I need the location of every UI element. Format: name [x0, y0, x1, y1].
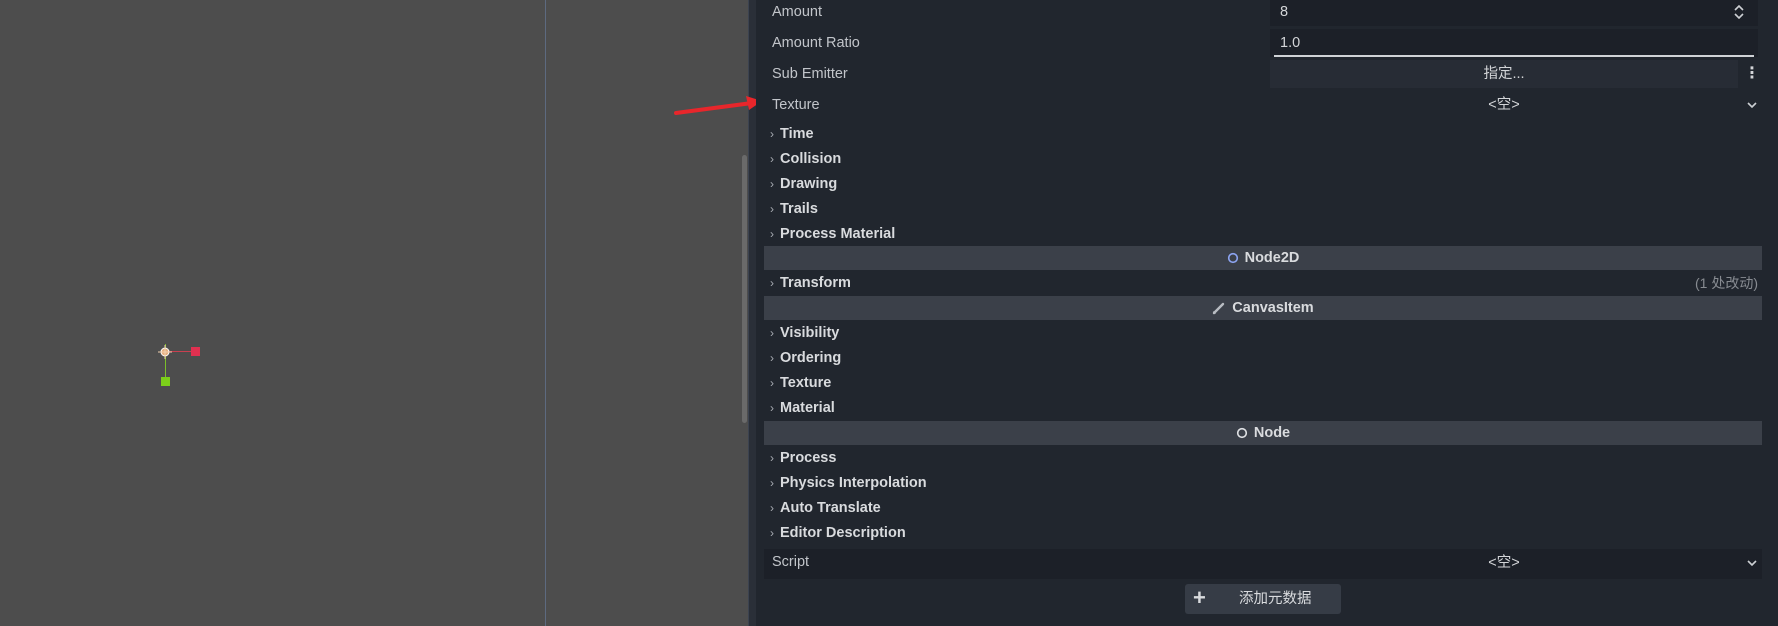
amount-ratio-slider[interactable]: 1.0: [1270, 29, 1758, 57]
section-time[interactable]: › Time: [764, 122, 1762, 146]
amount-ratio-value: 1.0: [1280, 35, 1301, 51]
chevron-right-icon: ›: [770, 276, 774, 290]
chevron-right-icon: ›: [770, 202, 774, 216]
section-transform[interactable]: › Transform (1 处改动): [764, 271, 1762, 295]
chevron-down-icon[interactable]: [1747, 102, 1757, 109]
annotation-arrow: [674, 96, 762, 115]
chevron-right-icon: ›: [770, 127, 774, 141]
sub-emitter-label: Sub Emitter: [772, 66, 848, 82]
chevron-right-icon: ›: [770, 351, 774, 365]
section-material[interactable]: › Material: [764, 396, 1762, 420]
canvasitem-header: CanvasItem: [764, 296, 1762, 320]
section-drawing[interactable]: › Drawing: [764, 172, 1762, 196]
chevron-right-icon: ›: [770, 501, 774, 515]
amount-ratio-track: [1274, 55, 1754, 57]
section-visibility[interactable]: › Visibility: [764, 321, 1762, 345]
changes-count: (1 处改动): [1695, 275, 1758, 291]
script-row: Script <空>: [764, 549, 1762, 579]
node-icon: [1236, 428, 1247, 439]
chevron-right-icon: ›: [770, 401, 774, 415]
node-title: Node: [1253, 425, 1291, 441]
canvas-viewport[interactable]: [0, 0, 746, 626]
more-options-icon[interactable]: ⋮: [1744, 62, 1760, 86]
updown-arrows-icon[interactable]: [1734, 5, 1744, 19]
amount-spinbox[interactable]: 8: [1270, 0, 1758, 26]
node2d-header: Node2D: [764, 246, 1762, 270]
sub-emitter-row: Sub Emitter 指定... ⋮: [764, 60, 1762, 88]
node-header: Node: [764, 421, 1762, 445]
viewport-guide-line: [545, 0, 546, 626]
chevron-right-icon: ›: [770, 376, 774, 390]
sub-emitter-value: 指定...: [1483, 66, 1525, 82]
amount-value: 8: [1280, 4, 1289, 20]
texture-value: <空>: [1488, 97, 1520, 113]
section-process[interactable]: › Process: [764, 446, 1762, 470]
section-texture[interactable]: › Texture: [764, 371, 1762, 395]
texture-resource-picker[interactable]: <空>: [1270, 91, 1738, 119]
amount-ratio-label: Amount Ratio: [772, 35, 860, 51]
node2d-icon: [1227, 253, 1238, 264]
chevron-right-icon: ›: [770, 451, 774, 465]
chevron-right-icon: ›: [770, 526, 774, 540]
chevron-down-icon[interactable]: [1747, 560, 1757, 567]
amount-ratio-row: Amount Ratio 1.0: [764, 29, 1762, 57]
section-auto-translate[interactable]: › Auto Translate: [764, 496, 1762, 520]
y-axis-handle[interactable]: [161, 377, 170, 386]
plus-icon: +: [1193, 585, 1206, 610]
texture-row: Texture <空>: [764, 91, 1762, 119]
section-trails[interactable]: › Trails: [764, 197, 1762, 221]
section-editor-description[interactable]: › Editor Description: [764, 521, 1762, 545]
amount-label: Amount: [772, 4, 822, 20]
texture-label: Texture: [772, 97, 820, 113]
script-label: Script: [772, 554, 810, 570]
script-value: <空>: [1488, 555, 1520, 571]
chevron-right-icon: ›: [770, 476, 774, 490]
chevron-right-icon: ›: [770, 326, 774, 340]
section-physics-interpolation[interactable]: › Physics Interpolation: [764, 471, 1762, 495]
canvasitem-title: CanvasItem: [1232, 300, 1314, 316]
node2d-title: Node2D: [1244, 250, 1300, 266]
section-process-material[interactable]: › Process Material: [764, 222, 1762, 246]
pivot-icon[interactable]: [158, 345, 172, 359]
section-collision[interactable]: › Collision: [764, 147, 1762, 171]
chevron-right-icon: ›: [770, 227, 774, 241]
section-ordering[interactable]: › Ordering: [764, 346, 1762, 370]
pencil-icon: [1213, 302, 1225, 315]
chevron-right-icon: ›: [770, 177, 774, 191]
script-resource-picker[interactable]: <空>: [1270, 549, 1738, 577]
x-axis-handle[interactable]: [191, 347, 200, 356]
add-metadata-button[interactable]: + 添加元数据: [1185, 584, 1341, 614]
sub-emitter-assign-button[interactable]: 指定...: [1270, 60, 1738, 88]
chevron-right-icon: ›: [770, 152, 774, 166]
amount-row: Amount 8: [764, 0, 1762, 26]
viewport-scrollbar[interactable]: [742, 155, 747, 423]
add-metadata-label: 添加元数据: [1239, 591, 1312, 607]
